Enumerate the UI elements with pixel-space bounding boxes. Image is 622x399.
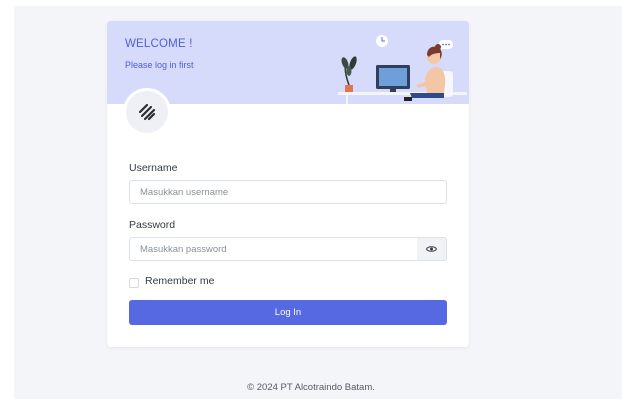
username-input[interactable] bbox=[129, 180, 447, 204]
login-button[interactable]: Log In bbox=[129, 300, 447, 325]
remember-me-label[interactable]: Remember me bbox=[145, 275, 214, 287]
card-header: WELCOME ! Please log in first bbox=[107, 21, 469, 104]
eye-icon bbox=[426, 246, 437, 252]
username-label: Username bbox=[129, 162, 178, 174]
login-card: WELCOME ! Please log in first Username M… bbox=[107, 21, 469, 347]
footer-copyright: © 2024 PT Alcotraindo Batam. bbox=[247, 382, 375, 393]
person-at-desk-illustration bbox=[338, 35, 467, 104]
password-input[interactable] bbox=[129, 237, 418, 261]
show-password-button[interactable] bbox=[417, 237, 447, 261]
logo-badge bbox=[123, 88, 171, 136]
welcome-subtitle: Please log in first bbox=[125, 60, 194, 70]
password-label: Password bbox=[129, 219, 176, 231]
company-logo-icon bbox=[138, 103, 156, 121]
remember-me-checkbox[interactable] bbox=[129, 278, 139, 288]
welcome-title: WELCOME ! bbox=[125, 38, 193, 50]
